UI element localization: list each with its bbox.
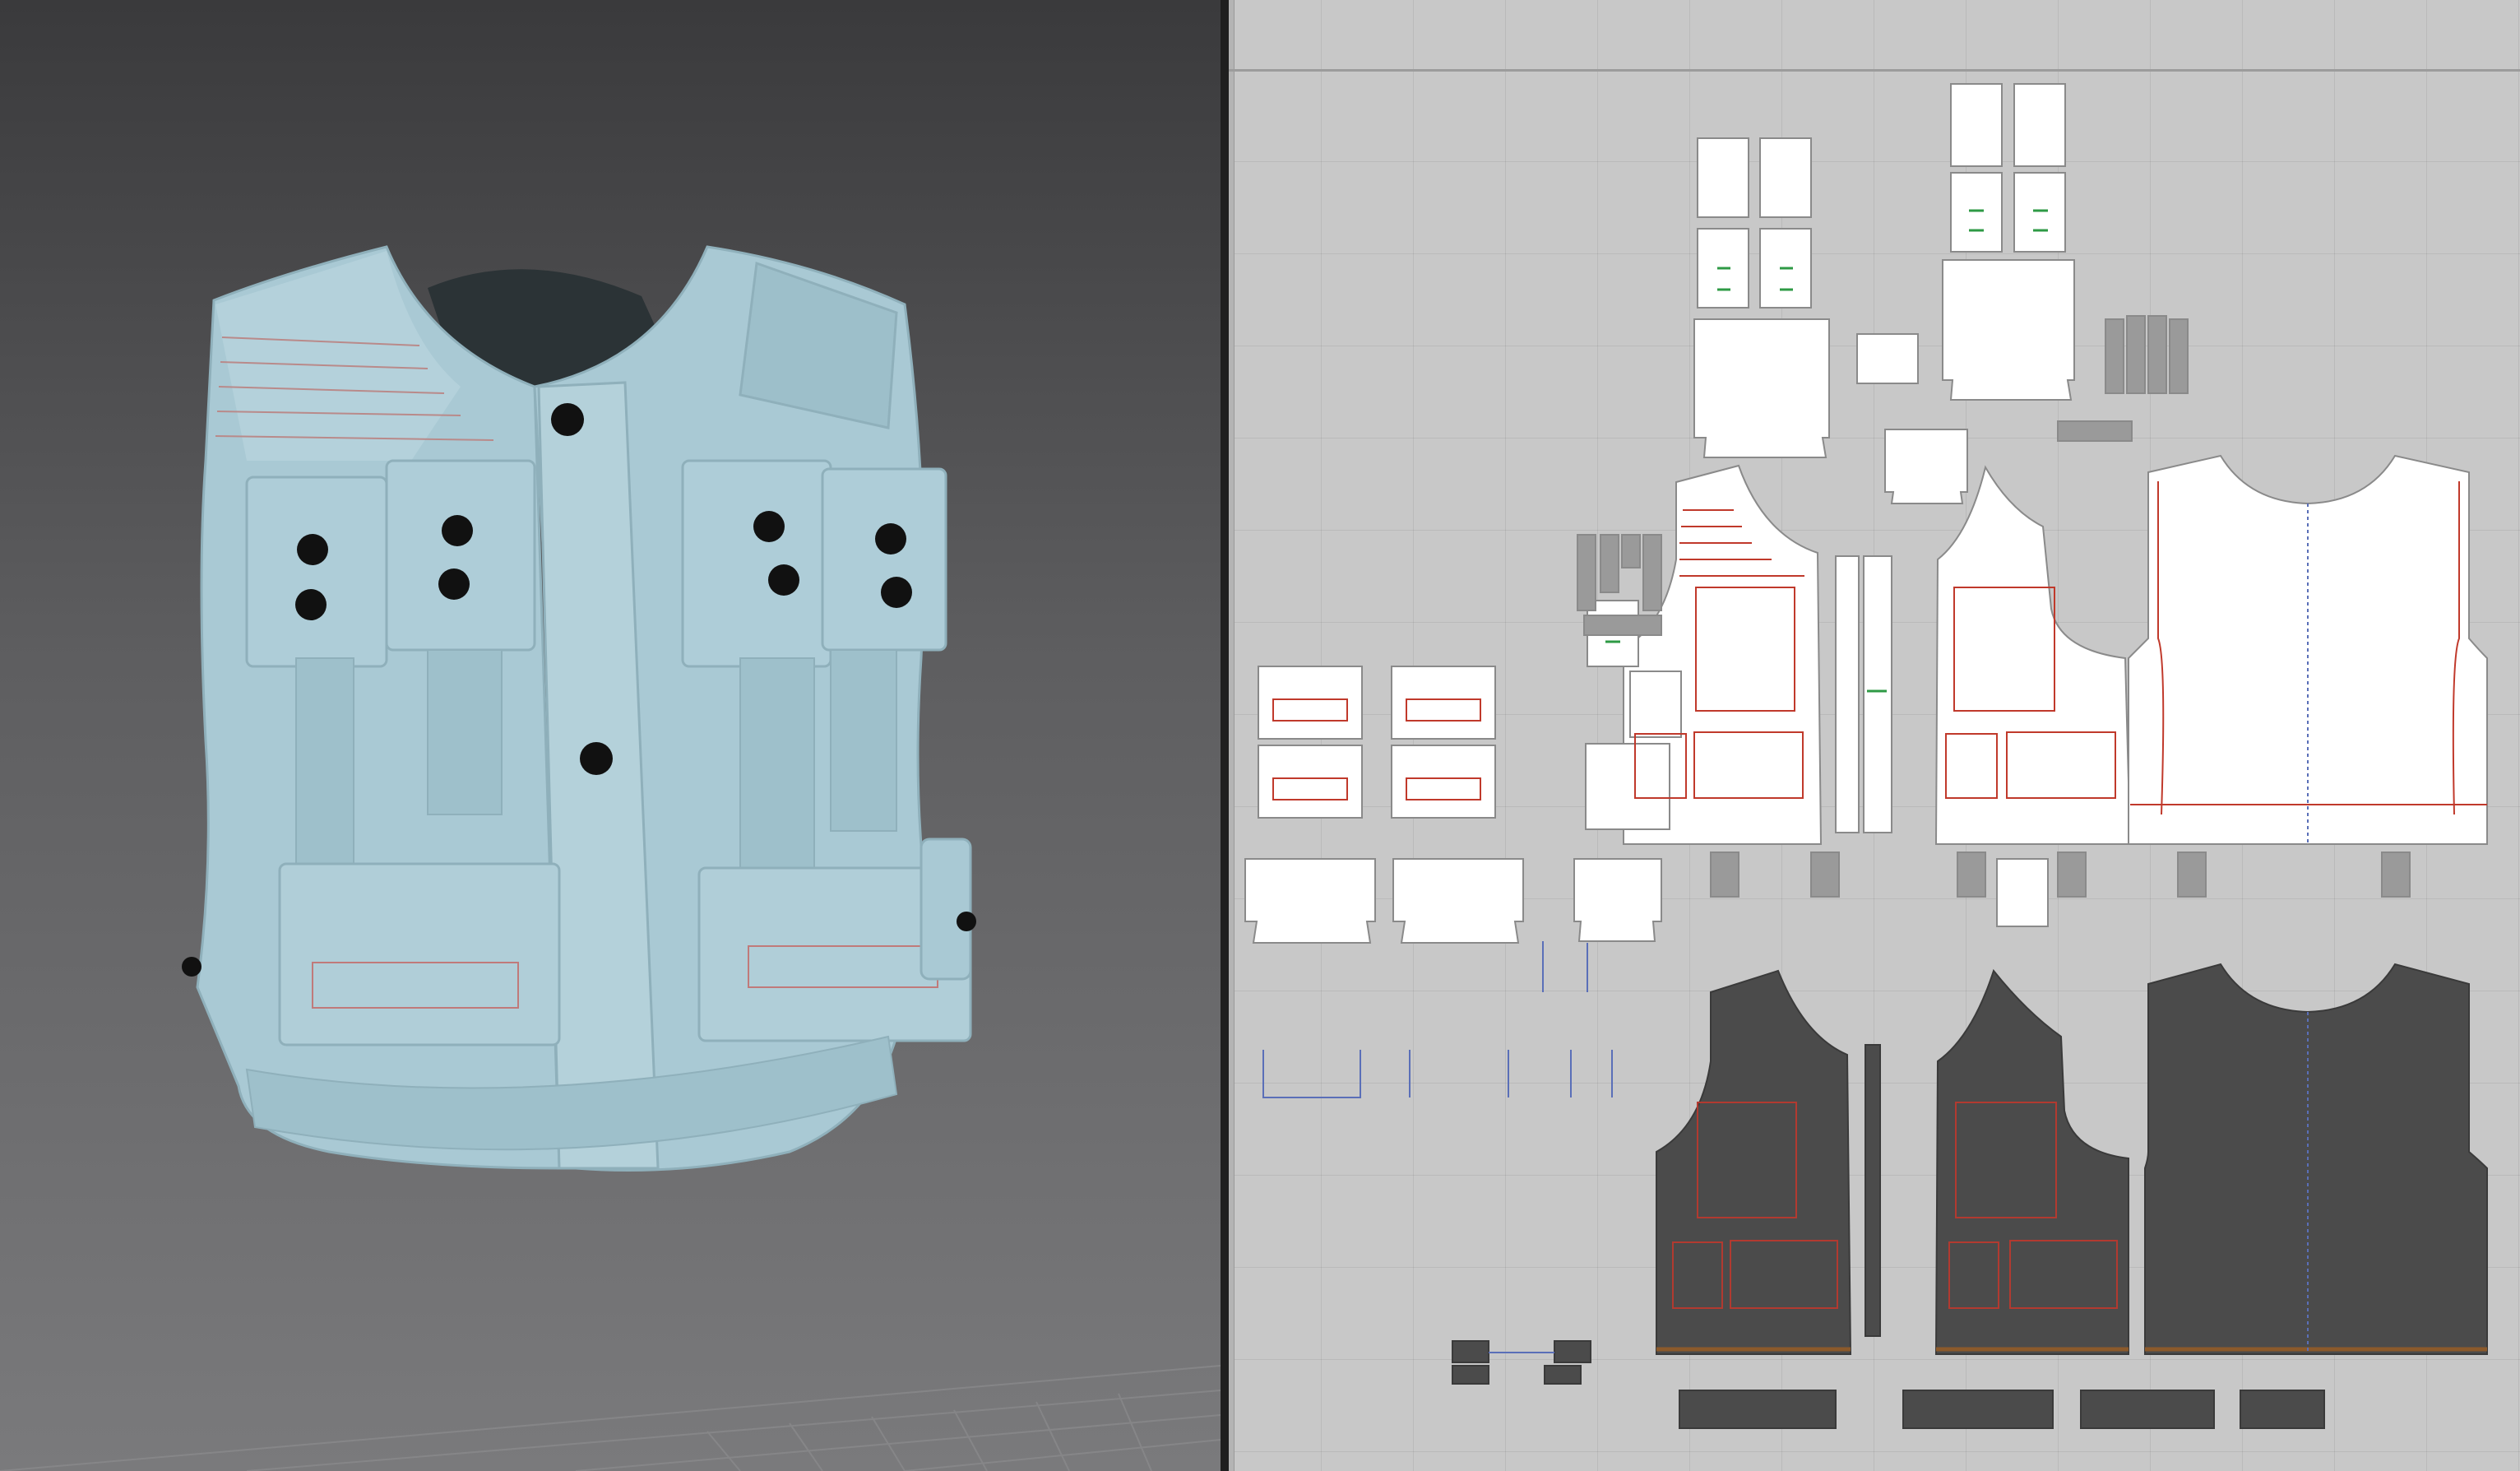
strap-piece[interactable]: [2381, 852, 2411, 898]
button-icon[interactable]: [551, 403, 584, 436]
pattern-piece[interactable]: [1996, 858, 2049, 927]
pattern-piece[interactable]: [1950, 83, 2003, 167]
pattern-piece[interactable]: [1244, 858, 1376, 944]
strap-piece[interactable]: [1583, 615, 1662, 636]
strap-piece[interactable]: [2147, 315, 2167, 394]
pattern-piece[interactable]: [1392, 858, 1524, 944]
front-placket-piece[interactable]: [1835, 555, 1860, 833]
baseline-small: [1452, 1340, 1489, 1363]
strap-piece[interactable]: [1810, 852, 1840, 898]
baseline-small: [1452, 1365, 1489, 1385]
floor-grid: [0, 1365, 1221, 1471]
pattern-piece[interactable]: [1629, 671, 1682, 738]
pattern-piece[interactable]: [1573, 858, 1662, 942]
chest-pocket-2[interactable]: [385, 459, 536, 652]
pattern-piece[interactable]: [1950, 172, 2003, 253]
strap-piece[interactable]: [1621, 534, 1641, 568]
chest-pocket-4[interactable]: [821, 467, 947, 652]
strap-2: [427, 649, 503, 815]
2d-pattern-canvas[interactable]: [1229, 0, 2520, 1471]
strap-piece[interactable]: [1577, 534, 1596, 611]
front-panel-right[interactable]: [1934, 465, 2132, 845]
shoulder-pad-left: [215, 251, 461, 461]
chest-pocket-3[interactable]: [681, 459, 832, 668]
strap-piece[interactable]: [1710, 852, 1739, 898]
3d-viewport[interactable]: [0, 0, 1221, 1471]
baseline-strap: [2240, 1390, 2325, 1429]
pattern-piece[interactable]: [1585, 743, 1670, 830]
button-icon[interactable]: [957, 912, 976, 931]
strap-1: [295, 657, 354, 881]
baseline-front-right: [1934, 968, 2129, 1355]
button-icon[interactable]: [442, 515, 473, 546]
strap-piece[interactable]: [1957, 852, 1986, 898]
baseline-small: [1544, 1365, 1582, 1385]
baseline-strap: [1902, 1390, 2054, 1429]
pattern-piece[interactable]: [1759, 137, 1812, 218]
strap-piece[interactable]: [2057, 852, 2087, 898]
2d-viewport[interactable]: [1229, 0, 2520, 1471]
button-icon[interactable]: [438, 568, 470, 600]
baseline-strap: [2080, 1390, 2215, 1429]
strap-piece[interactable]: [1642, 534, 1662, 611]
button-icon[interactable]: [297, 534, 328, 565]
button-icon[interactable]: [768, 564, 799, 596]
pattern-piece[interactable]: [1693, 318, 1830, 458]
pattern-piece[interactable]: [1884, 429, 1968, 504]
strap-piece[interactable]: [2169, 318, 2189, 394]
guide-lines: [1262, 941, 1613, 1353]
button-icon[interactable]: [753, 511, 785, 542]
button-icon[interactable]: [295, 589, 327, 620]
strap-piece[interactable]: [2057, 420, 2133, 442]
chest-pocket-1[interactable]: [245, 476, 388, 668]
side-pocket-right[interactable]: [920, 838, 972, 981]
lower-pocket-left[interactable]: [278, 862, 561, 1046]
button-icon[interactable]: [881, 577, 912, 608]
viewport-divider[interactable]: [1221, 0, 1229, 1471]
baseline-front-left: [1656, 969, 1852, 1355]
baseline-strap: [1679, 1390, 1837, 1429]
pattern-piece[interactable]: [2013, 172, 2066, 253]
baseline-back: [2144, 963, 2488, 1355]
button-icon[interactable]: [182, 957, 202, 977]
button-icon[interactable]: [580, 742, 613, 775]
button-icon[interactable]: [875, 523, 906, 555]
strap-piece[interactable]: [1600, 534, 1619, 593]
baseline-placket: [1865, 1044, 1881, 1337]
strap-4: [830, 649, 897, 832]
strap-piece[interactable]: [2126, 315, 2146, 394]
pattern-piece[interactable]: [2013, 83, 2066, 167]
3d-scene[interactable]: [0, 0, 1221, 1471]
strap-piece[interactable]: [2177, 852, 2207, 898]
pattern-piece[interactable]: [1856, 333, 1919, 384]
baseline-small: [1554, 1340, 1591, 1363]
front-placket-piece[interactable]: [1863, 555, 1892, 833]
strap-3: [739, 657, 815, 881]
pattern-piece[interactable]: [1697, 137, 1749, 218]
strap-piece[interactable]: [2105, 318, 2124, 394]
pattern-piece[interactable]: [1942, 259, 2075, 401]
